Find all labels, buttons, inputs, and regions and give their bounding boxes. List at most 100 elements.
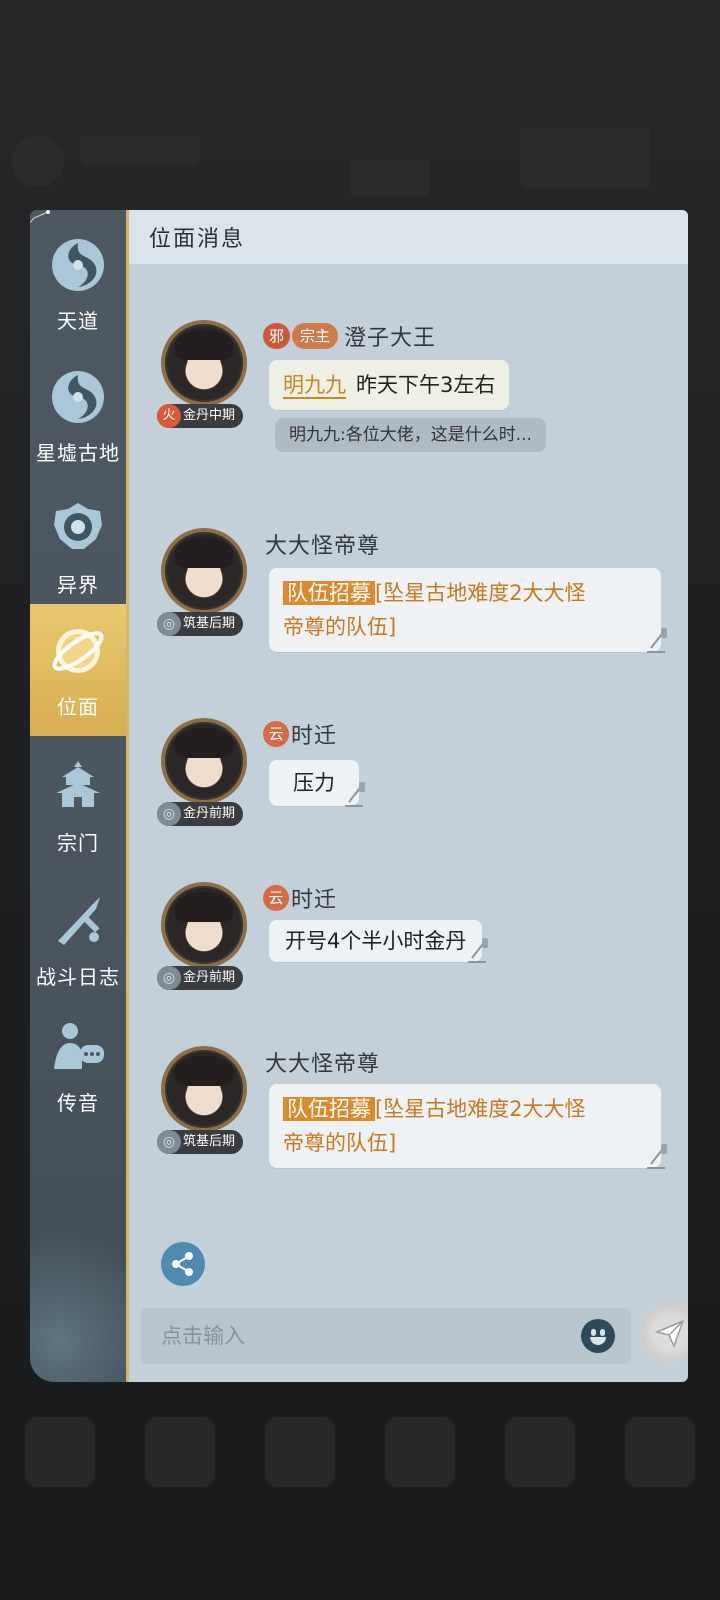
sidebar-item-weimian[interactable]: 位面 xyxy=(30,604,138,736)
team-link-line1[interactable]: [坠星古地难度2大大怪 xyxy=(375,581,586,605)
team-recruit-bubble[interactable]: 队伍招募 [坠星古地难度2大大怪 帝尊的队伍] xyxy=(269,1084,667,1169)
sender-name[interactable]: 大大怪帝尊 xyxy=(265,528,380,560)
rank-label: 金丹中期 xyxy=(183,408,236,423)
faction-tag: 邪 xyxy=(263,323,291,349)
sidebar-item-label: 战斗日志 xyxy=(36,964,120,989)
message-bubble[interactable]: 压力 xyxy=(269,760,365,807)
sender-row: 大大怪帝尊 xyxy=(265,528,380,560)
rank-label: 金丹前期 xyxy=(183,806,236,821)
sidebar-item-xingxu[interactable]: 星墟古地 xyxy=(30,350,126,482)
chat-panel: 位面消息 火 金丹中期 邪 宗主 澄子大王 明九九 昨天下午3左右 明九九:各位大… xyxy=(126,210,688,1382)
sidebar-item-chuanyin[interactable]: 传音 xyxy=(30,1000,126,1132)
rank-badge: 金丹前期 xyxy=(157,966,244,990)
swirl-element-icon xyxy=(157,802,181,826)
send-button[interactable] xyxy=(639,1302,688,1364)
avatar[interactable] xyxy=(161,1046,247,1132)
faction-tag: 云 xyxy=(263,885,289,911)
scroll-icon xyxy=(468,938,489,963)
sender-row: 大大怪帝尊 xyxy=(265,1046,380,1078)
team-link-line1[interactable]: [坠星古地难度2大大怪 xyxy=(375,1097,586,1121)
avatar[interactable] xyxy=(161,718,247,804)
page-title: 位面消息 xyxy=(149,227,246,252)
faction-tag: 云 xyxy=(263,721,289,747)
sword-icon xyxy=(58,896,100,945)
sidebar-item-label: 传音 xyxy=(57,1090,99,1115)
swirl-element-icon xyxy=(157,966,181,990)
emoji-button[interactable] xyxy=(581,1319,615,1353)
rank-label: 筑基后期 xyxy=(183,1134,236,1149)
scroll-icon xyxy=(345,782,365,807)
chat-input[interactable] xyxy=(159,1323,543,1349)
chat-modal: 天道 星墟古地 异界 位面 宗门 战斗日志 传音 位面消息 火 金丹中期 邪 宗… xyxy=(30,210,688,1382)
planet-icon xyxy=(52,628,104,673)
chat-input-bar xyxy=(141,1308,631,1364)
team-link-line2[interactable]: 帝尊的队伍] xyxy=(283,615,396,639)
scroll-icon xyxy=(647,1144,667,1169)
panel-header: 位面消息 xyxy=(129,210,688,264)
swirl-element-icon xyxy=(157,1130,181,1154)
sidebar-item-label: 位面 xyxy=(57,694,99,719)
sender-avatar-group[interactable]: 筑基后期 xyxy=(157,1046,255,1156)
rank-badge: 金丹前期 xyxy=(157,802,244,826)
background-nav-item xyxy=(25,1417,95,1487)
sender-row: 云 时迁 xyxy=(263,718,337,750)
background-nav-item xyxy=(505,1417,575,1487)
sidebar-item-tiandao[interactable]: 天道 xyxy=(30,218,126,350)
swirl-element-icon xyxy=(157,612,181,636)
smiley-icon xyxy=(590,1337,606,1345)
sidebar-item-zongmen[interactable]: 宗门 xyxy=(30,740,126,872)
quoted-message-preview[interactable]: 明九九:各位大佬，这是什么时... xyxy=(275,418,546,452)
rank-label: 筑基后期 xyxy=(183,616,236,631)
sender-avatar-group[interactable]: 火 金丹中期 xyxy=(157,320,255,430)
fire-element-icon: 火 xyxy=(157,404,181,428)
sender-name[interactable]: 时迁 xyxy=(291,718,337,750)
sender-row: 云 时迁 xyxy=(263,882,337,914)
share-button[interactable] xyxy=(161,1242,205,1286)
sidebar-item-label: 星墟古地 xyxy=(36,440,120,465)
background-nav-item xyxy=(385,1417,455,1487)
sidebar-item-label: 天道 xyxy=(57,308,99,333)
sender-avatar-group[interactable]: 金丹前期 xyxy=(157,882,255,992)
message-text: 开号4个半小时金丹 xyxy=(285,929,467,953)
sender-row: 邪 宗主 澄子大王 xyxy=(263,320,436,352)
scroll-icon xyxy=(647,628,667,653)
background-nav-item xyxy=(145,1417,215,1487)
team-recruit-tag: 队伍招募 xyxy=(283,1097,375,1121)
rank-badge: 筑基后期 xyxy=(157,1130,244,1154)
background-panel xyxy=(350,160,430,196)
sender-name[interactable]: 澄子大王 xyxy=(344,320,436,352)
background-nav-item xyxy=(265,1417,335,1487)
share-icon xyxy=(172,1252,193,1276)
team-recruit-tag: 队伍招募 xyxy=(283,581,375,605)
background-bottom-nav xyxy=(0,1392,720,1512)
avatar[interactable] xyxy=(161,528,247,614)
background-panel xyxy=(80,135,200,165)
background-panel xyxy=(520,128,650,188)
mention-name[interactable]: 明九九 xyxy=(283,373,346,399)
role-tag: 宗主 xyxy=(292,323,339,349)
sender-avatar-group[interactable]: 筑基后期 xyxy=(157,528,255,638)
swirl-icon xyxy=(52,370,104,423)
background-avatar xyxy=(12,135,64,187)
background-nav-item xyxy=(625,1417,695,1487)
sidebar-item-yijie[interactable]: 异界 xyxy=(30,482,126,614)
rank-badge: 筑基后期 xyxy=(157,612,244,636)
sender-avatar-group[interactable]: 金丹前期 xyxy=(157,718,255,828)
sender-name[interactable]: 时迁 xyxy=(291,882,337,914)
message-bubble[interactable]: 开号4个半小时金丹 xyxy=(269,920,489,963)
team-recruit-bubble[interactable]: 队伍招募 [坠星古地难度2大大怪 帝尊的队伍] xyxy=(269,568,667,653)
message-bubble[interactable]: 明九九 昨天下午3左右 xyxy=(269,360,510,410)
portal-icon xyxy=(54,502,102,549)
swirl-icon xyxy=(52,238,104,291)
avatar[interactable] xyxy=(161,882,247,968)
sidebar-item-battle-log[interactable]: 战斗日志 xyxy=(30,874,126,1006)
sender-name[interactable]: 大大怪帝尊 xyxy=(265,1046,380,1078)
rank-badge: 火 金丹中期 xyxy=(157,404,244,428)
pagoda-icon xyxy=(56,760,100,807)
sidebar-item-label: 异界 xyxy=(57,572,99,597)
message-text: 压力 xyxy=(293,771,335,795)
avatar[interactable] xyxy=(161,320,247,406)
speaking-person-icon xyxy=(54,1022,104,1069)
channel-sidebar: 天道 星墟古地 异界 位面 宗门 战斗日志 传音 xyxy=(30,210,138,1382)
team-link-line2[interactable]: 帝尊的队伍] xyxy=(283,1131,396,1155)
